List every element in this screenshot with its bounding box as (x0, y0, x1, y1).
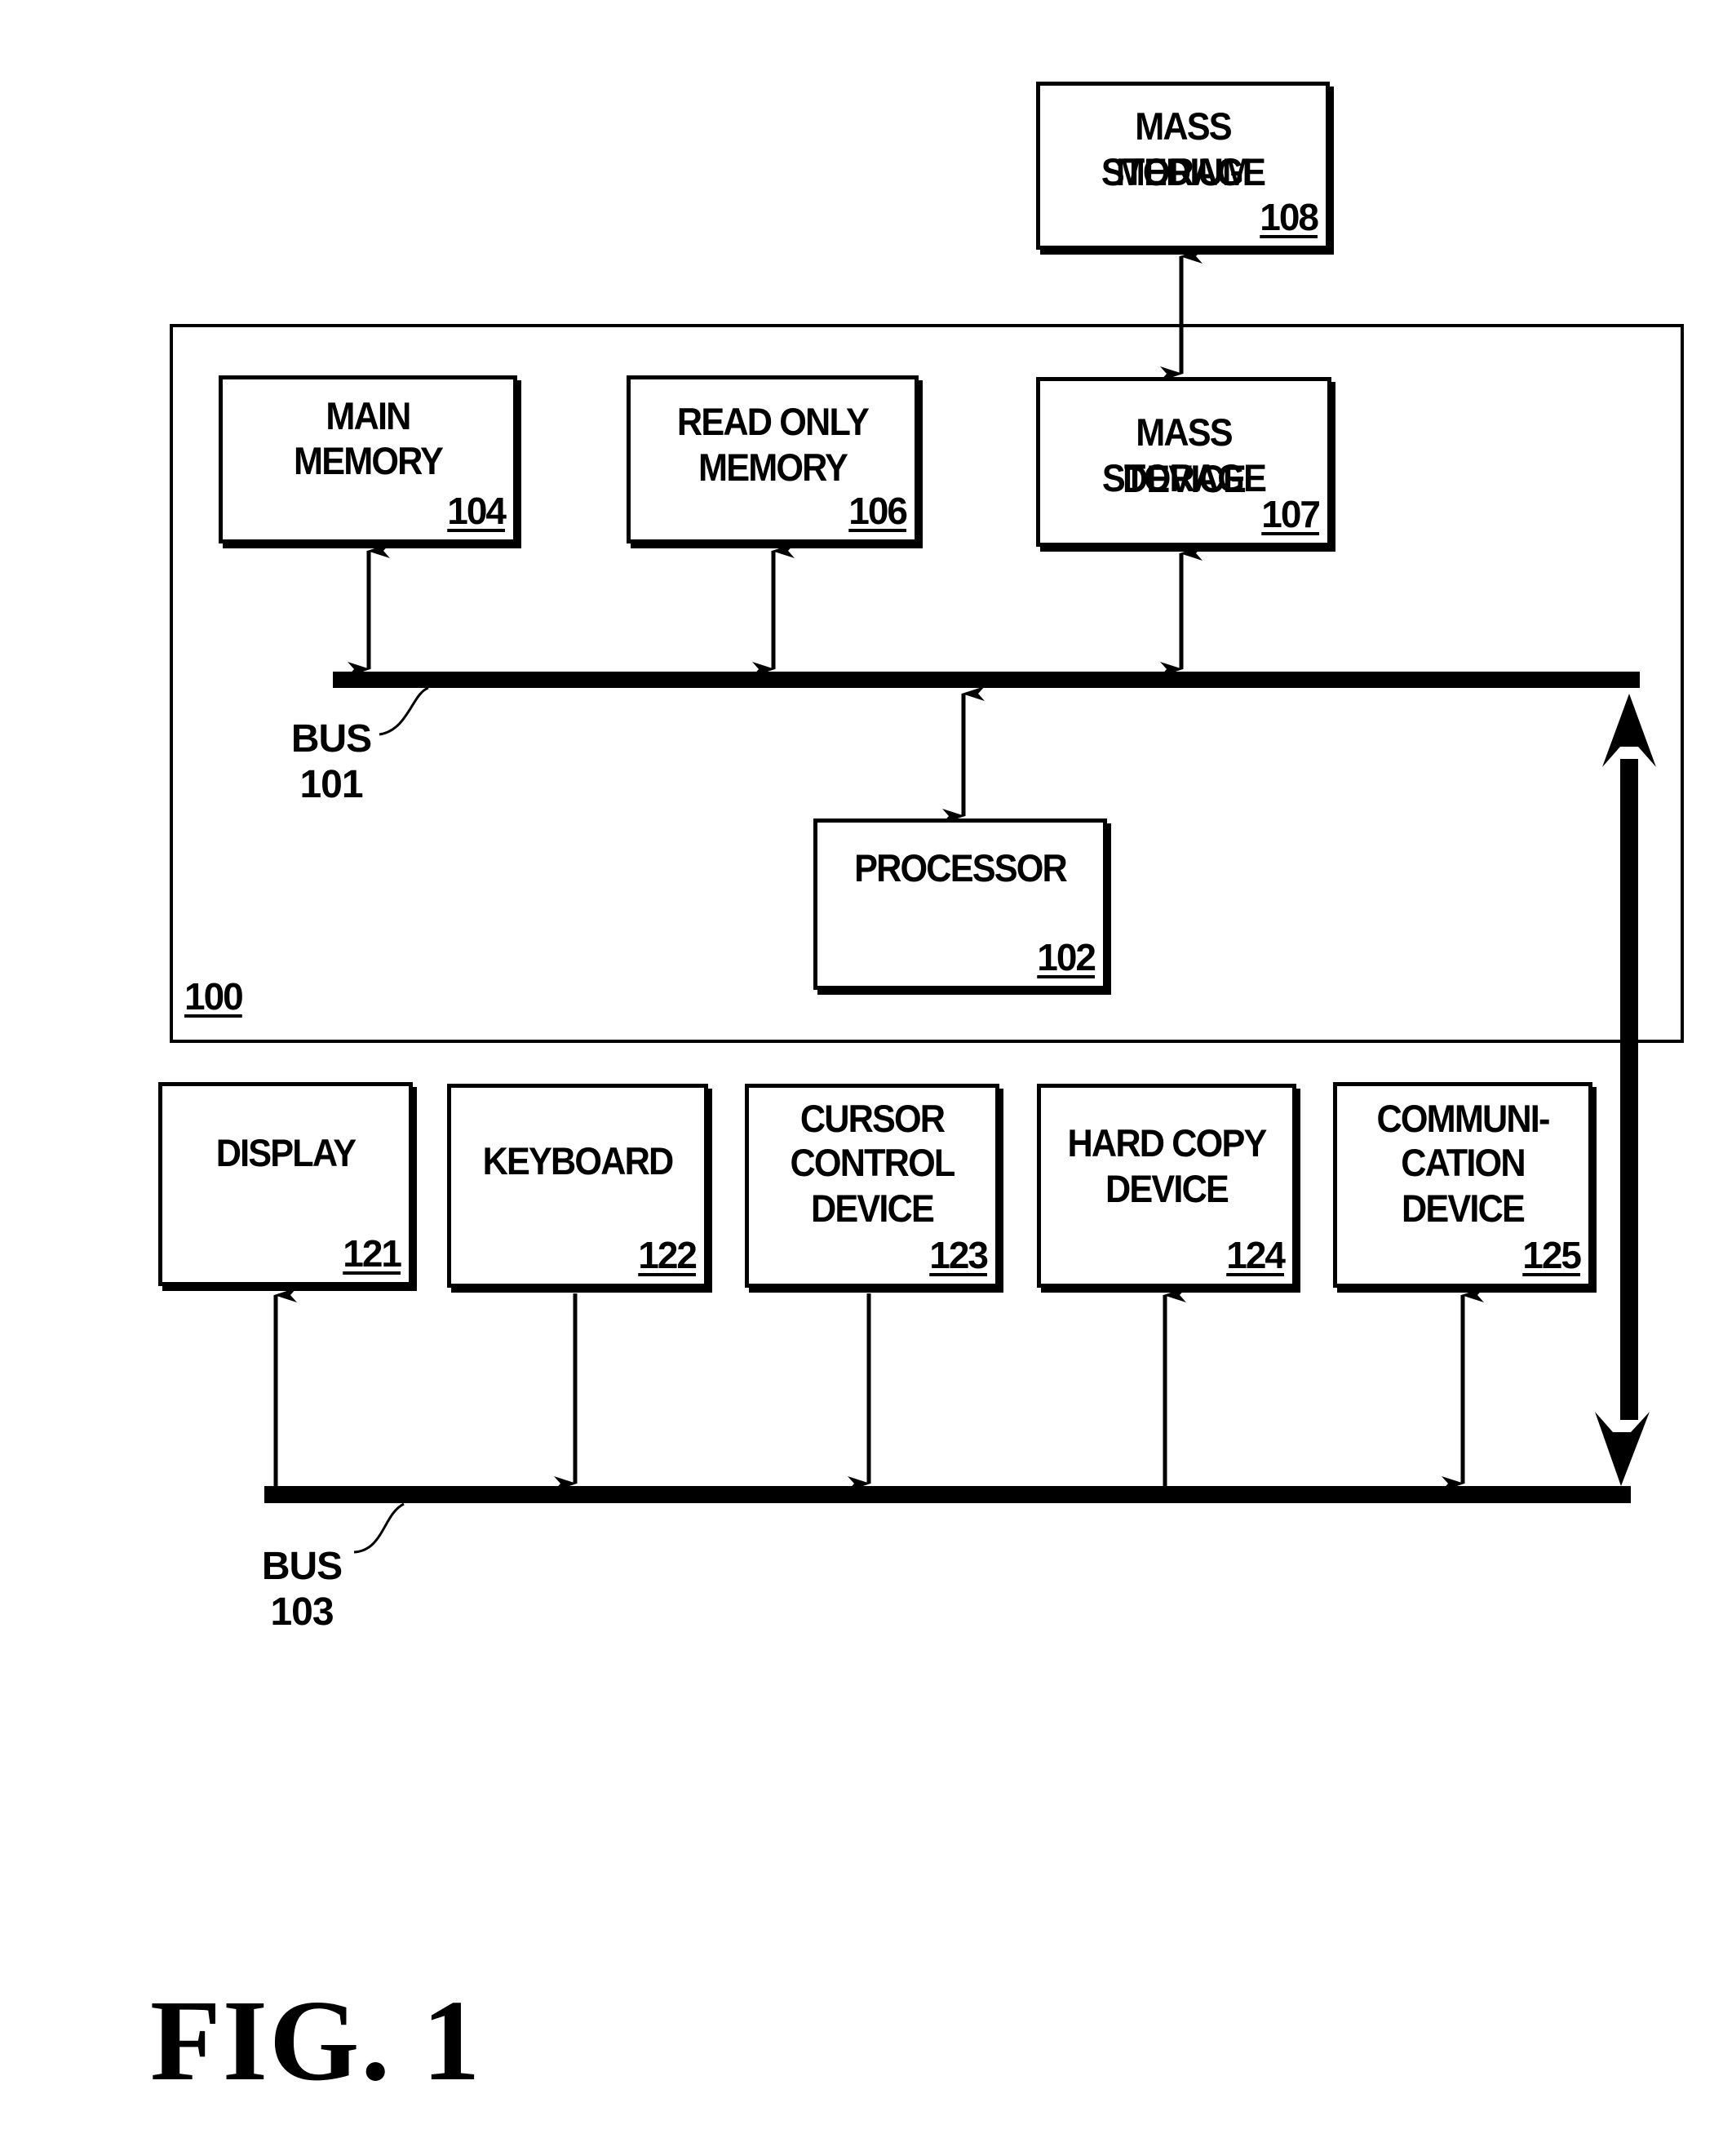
processor-box: PROCESSOR 102 (813, 818, 1107, 990)
bus-103-ref: 103 (270, 1590, 334, 1634)
display-box: DISPLAY 121 (158, 1082, 413, 1286)
keyboard-box: KEYBOARD 122 (447, 1084, 708, 1288)
mass-storage-device-box: MASS STORAGE DEVICE 107 (1036, 377, 1331, 547)
bus-103-leader (353, 1502, 405, 1554)
hard-copy-label-1: HARD COPY (1067, 1121, 1268, 1165)
cursor-control-label-2: CONTROL (790, 1141, 956, 1184)
display-ref: 121 (343, 1232, 402, 1275)
main-memory-box: MAIN MEMORY 104 (219, 375, 517, 543)
cursor-control-ref: 123 (929, 1234, 989, 1276)
communication-label-2: CATION (1401, 1141, 1526, 1184)
rom-label-2: MEMORY (698, 446, 848, 489)
bus-103-line (264, 1486, 1631, 1503)
rom-ref: 106 (848, 490, 908, 532)
read-only-memory-box: READ ONLY MEMORY 106 (627, 375, 919, 543)
bus-101-label-text: BUS (290, 717, 372, 761)
hard-copy-device-box: HARD COPY DEVICE 124 (1037, 1084, 1296, 1288)
display-label: DISPLAY (215, 1131, 357, 1174)
rom-label-1: READ ONLY (676, 400, 870, 443)
communication-device-box: COMMUNI- CATION DEVICE 125 (1333, 1082, 1592, 1288)
communication-label-1: COMMUNI- (1376, 1097, 1550, 1140)
mass-storage-device-ref: 107 (1261, 493, 1321, 535)
bus-101-label: BUS 101 (286, 716, 377, 808)
main-memory-ref: 104 (447, 490, 507, 532)
cursor-control-label-1: CURSOR (799, 1097, 946, 1140)
processor-label: PROCESSOR (854, 846, 1068, 889)
communication-ref: 125 (1522, 1234, 1582, 1276)
processor-ref: 102 (1037, 936, 1096, 978)
mass-storage-medium-label-2: MEDIUM (1115, 150, 1251, 193)
mass-storage-medium-box: MASS STORAGE MEDIUM 108 (1036, 82, 1330, 250)
bus-101-ref: 101 (299, 763, 363, 806)
cursor-control-device-box: CURSOR CONTROL DEVICE 123 (745, 1084, 999, 1288)
keyboard-label: KEYBOARD (482, 1139, 675, 1182)
system-ref: 100 (184, 975, 244, 1018)
bus-103-label-text: BUS (261, 1545, 343, 1588)
main-memory-label-1: MAIN (326, 394, 411, 437)
hard-copy-ref: 124 (1226, 1234, 1286, 1276)
figure-caption: FIG. 1 (150, 1976, 482, 2105)
main-memory-label-2: MEMORY (294, 439, 444, 482)
mass-storage-medium-ref: 108 (1260, 196, 1319, 238)
keyboard-ref: 122 (638, 1234, 698, 1276)
cursor-control-label-3: DEVICE (811, 1187, 935, 1230)
bus-103-label: BUS 103 (256, 1544, 348, 1635)
hard-copy-label-2: DEVICE (1105, 1167, 1229, 1210)
communication-label-3: DEVICE (1402, 1187, 1526, 1230)
